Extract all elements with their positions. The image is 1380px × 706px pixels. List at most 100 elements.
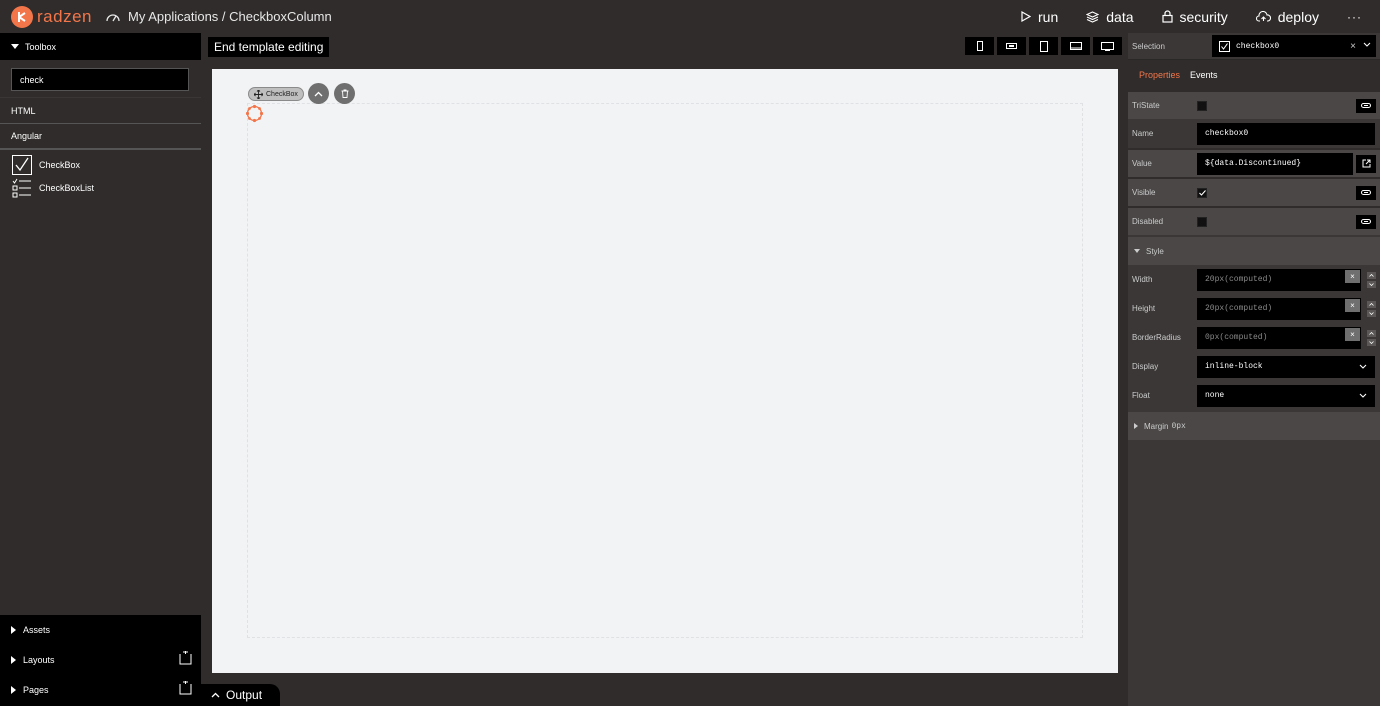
deploy-label: deploy — [1277, 8, 1319, 25]
desktop-button[interactable] — [1093, 37, 1122, 55]
select-parent-button[interactable] — [308, 83, 329, 104]
chevron-down-icon[interactable] — [1367, 338, 1376, 346]
template-drop-zone[interactable] — [247, 103, 1083, 638]
radzen-logo[interactable]: radzen — [11, 5, 92, 28]
output-tab[interactable]: Output — [201, 684, 280, 706]
selection-value: checkbox0 — [1236, 41, 1280, 51]
float-row: Float none — [1128, 381, 1380, 410]
component-chip-label: CheckBox — [266, 90, 298, 98]
width-input[interactable]: 20px(computed) — [1197, 268, 1361, 291]
checklist-icon — [12, 178, 31, 197]
expand-icon — [11, 686, 16, 694]
clear-selection-icon[interactable]: × — [1350, 41, 1356, 52]
chevron-down-icon[interactable] — [1367, 280, 1376, 288]
phone-portrait-button[interactable] — [965, 37, 994, 55]
link-icon — [1361, 190, 1371, 195]
margin-label: Margin — [1144, 421, 1169, 431]
chevron-up-icon — [314, 91, 323, 96]
more-button[interactable]: ··· — [1347, 10, 1362, 24]
tool-checkbox-label: CheckBox — [39, 159, 81, 170]
design-canvas[interactable]: CheckBox — [212, 69, 1118, 673]
visible-checkbox[interactable] — [1197, 187, 1207, 198]
selection-dropdown[interactable]: checkbox0 × — [1212, 35, 1376, 57]
disabled-checkbox[interactable] — [1197, 216, 1207, 227]
width-row: Width 20px(computed) × — [1128, 265, 1380, 294]
style-section[interactable]: Style — [1128, 237, 1380, 265]
toolbox-search-wrap — [0, 60, 201, 98]
category-html[interactable]: HTML — [0, 98, 201, 124]
tablet-portrait-button[interactable] — [1029, 37, 1058, 55]
height-clear-button[interactable]: × — [1345, 299, 1360, 312]
output-label: Output — [226, 688, 263, 702]
tab-properties[interactable]: Properties — [1139, 70, 1180, 80]
margin-section[interactable]: Margin 0px — [1128, 412, 1380, 440]
tristate-bind-button[interactable] — [1356, 98, 1376, 113]
width-stepper[interactable] — [1367, 271, 1376, 288]
chevron-down-icon[interactable] — [1363, 42, 1371, 47]
visible-bind-button[interactable] — [1356, 185, 1376, 200]
disabled-bind-button[interactable] — [1356, 214, 1376, 229]
check-icon — [1198, 189, 1206, 196]
tristate-checkbox[interactable] — [1197, 100, 1207, 111]
run-button[interactable]: run — [1021, 9, 1058, 25]
toolbox-search-input[interactable] — [11, 68, 189, 91]
border-radius-clear-button[interactable]: × — [1345, 328, 1360, 341]
add-page-icon[interactable] — [179, 681, 192, 695]
external-edit-icon — [1362, 159, 1370, 168]
float-select[interactable]: none — [1197, 384, 1375, 407]
breadcrumb[interactable]: My Applications / CheckboxColumn — [106, 9, 332, 24]
value-input[interactable]: ${data.Discontinued} — [1197, 152, 1353, 175]
chevron-up-icon[interactable] — [1367, 300, 1376, 308]
border-radius-row: BorderRadius 0px(computed) × — [1128, 323, 1380, 352]
tablet-landscape-button[interactable] — [1061, 37, 1090, 55]
add-layout-icon[interactable] — [179, 651, 192, 665]
chevron-up-icon[interactable] — [1367, 271, 1376, 279]
move-icon — [254, 89, 263, 99]
category-angular[interactable]: Angular — [0, 124, 201, 150]
properties-tabs: Properties Events — [1128, 60, 1380, 90]
display-row: Display inline-block — [1128, 352, 1380, 381]
disabled-label: Disabled — [1132, 217, 1164, 226]
toolbox-header[interactable]: Toolbox — [0, 33, 201, 60]
float-label: Float — [1132, 391, 1150, 400]
selection-label: Selection — [1132, 41, 1165, 51]
phone-landscape-button[interactable] — [997, 37, 1026, 55]
height-input[interactable]: 20px(computed) — [1197, 297, 1361, 320]
tool-checkbox[interactable]: CheckBox — [0, 153, 201, 176]
expression-editor-button[interactable] — [1356, 154, 1376, 173]
chevron-up-icon[interactable] — [1367, 329, 1376, 337]
component-chip[interactable]: CheckBox — [248, 87, 304, 101]
tab-events[interactable]: Events — [1190, 70, 1218, 80]
tablet-landscape-icon — [1069, 42, 1082, 50]
border-radius-stepper[interactable] — [1367, 329, 1376, 346]
layouts-section[interactable]: Layouts — [0, 645, 201, 675]
width-clear-button[interactable]: × — [1345, 270, 1360, 283]
tablet-portrait-icon — [1039, 40, 1048, 52]
height-stepper[interactable] — [1367, 300, 1376, 317]
display-select[interactable]: inline-block — [1197, 355, 1375, 378]
tool-checkboxlist[interactable]: CheckBoxList — [0, 176, 201, 199]
pages-section[interactable]: Pages — [0, 675, 201, 705]
run-label: run — [1038, 8, 1059, 25]
logo-icon — [11, 5, 33, 28]
style-label: Style — [1146, 246, 1164, 256]
data-button[interactable]: data — [1086, 9, 1134, 25]
end-template-editing-button[interactable]: End template editing — [208, 37, 330, 57]
desktop-icon — [1101, 41, 1114, 51]
dashboard-icon — [106, 13, 120, 21]
name-input[interactable]: checkbox0 — [1197, 122, 1375, 145]
phone-portrait-icon — [976, 41, 983, 51]
deploy-button[interactable]: deploy — [1255, 8, 1319, 25]
chevron-down-icon[interactable] — [1367, 309, 1376, 317]
security-button[interactable]: security — [1161, 9, 1228, 25]
border-radius-input[interactable]: 0px(computed) — [1197, 326, 1361, 349]
delete-component-button[interactable] — [334, 83, 355, 104]
margin-value: 0px — [1171, 421, 1186, 431]
collapse-icon — [11, 44, 19, 49]
chevron-up-icon — [211, 692, 220, 698]
expand-icon — [1134, 423, 1138, 429]
expand-icon — [11, 626, 16, 634]
selected-checkbox[interactable] — [245, 104, 264, 123]
assets-section[interactable]: Assets — [0, 615, 201, 645]
toolbox-panel: Toolbox HTML Angular CheckBox CheckBoxLi… — [0, 33, 201, 706]
